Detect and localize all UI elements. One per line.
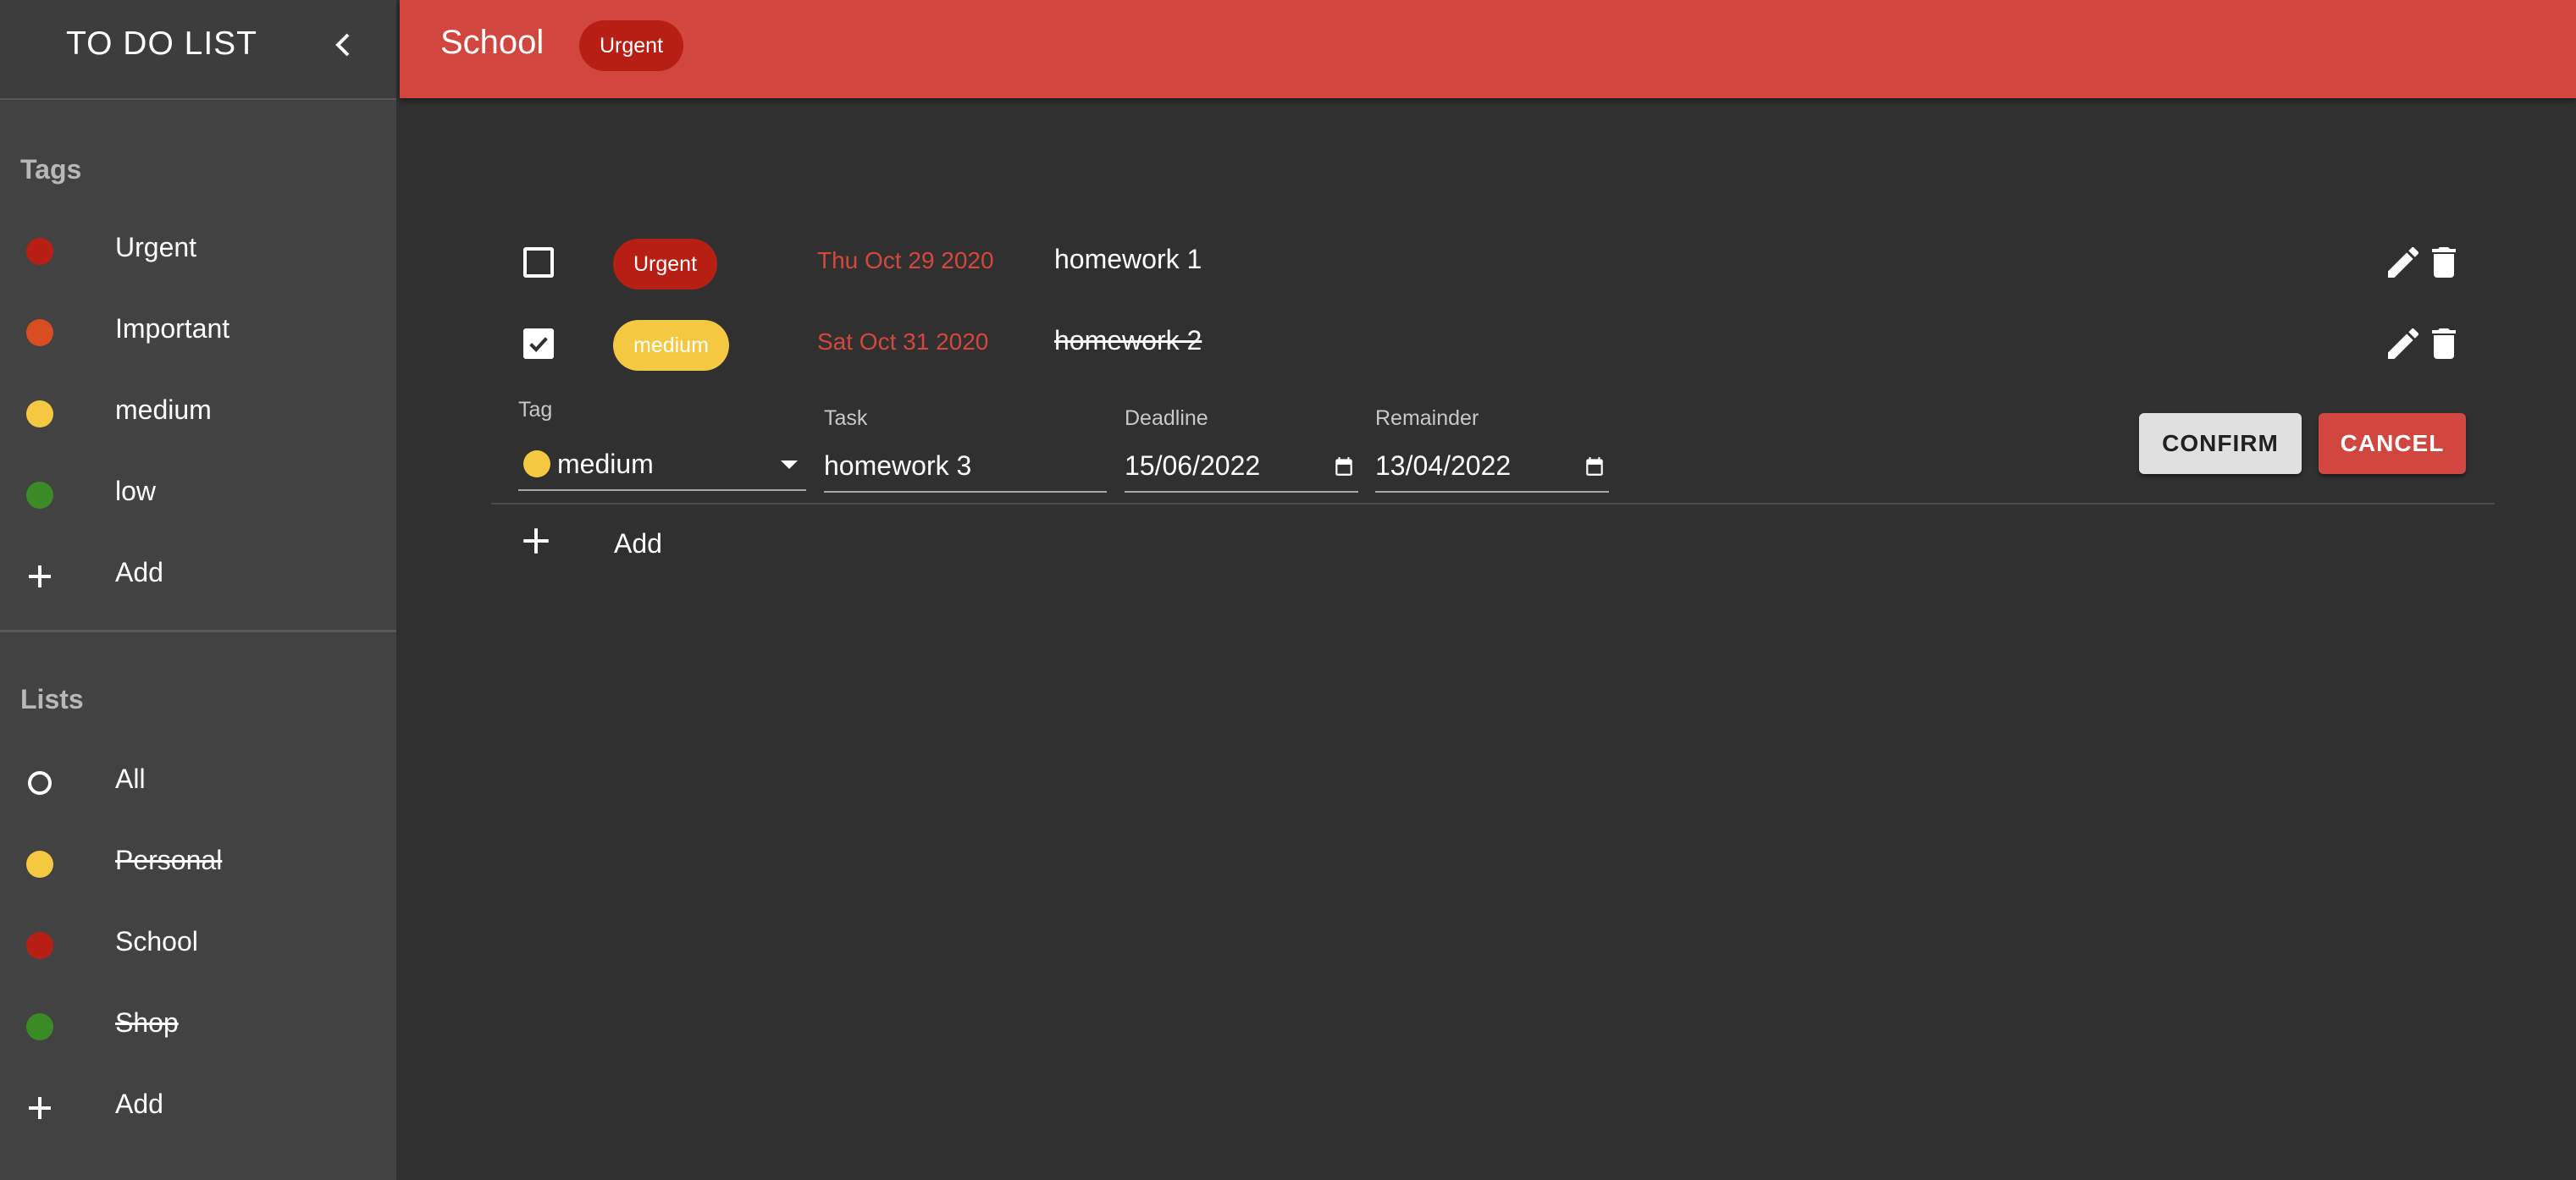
sidebar-divider — [0, 630, 396, 632]
tag-color-dot — [523, 450, 550, 477]
deadline-value: 15/06/2022 — [1125, 449, 1261, 481]
sidebar-item-label: Shop — [115, 1007, 179, 1038]
sidebar-item-label: low — [115, 476, 157, 506]
sidebar-item-label: Personal — [115, 845, 223, 875]
tag-color-dot — [26, 238, 53, 265]
app-root: TO DO LIST Tags Urgent Important medium … — [0, 0, 2576, 1180]
remainder-date-input[interactable]: 13/04/2022 — [1375, 440, 1609, 493]
delete-task-button[interactable] — [2424, 323, 2464, 364]
calendar-icon[interactable] — [1584, 455, 1606, 477]
sidebar-list-all[interactable]: All — [0, 742, 396, 823]
app-title: TO DO LIST — [66, 25, 257, 62]
task-name-input[interactable]: homework 3 — [824, 440, 1107, 493]
sidebar-item-label: medium — [115, 394, 212, 425]
trash-icon — [2432, 247, 2456, 278]
add-task-label: Add — [614, 528, 662, 559]
deadline-field-label: Deadline — [1125, 406, 1208, 430]
new-task-form: Tag medium Task homework 3 Deadline 15/0… — [491, 389, 2495, 503]
plus-icon — [29, 1097, 51, 1119]
tag-field-label: Tag — [518, 398, 553, 422]
page-title: School — [440, 24, 544, 61]
add-task-button[interactable]: Add — [491, 508, 999, 579]
edit-task-button[interactable] — [2383, 323, 2424, 364]
sidebar: TO DO LIST Tags Urgent Important medium … — [0, 0, 398, 1180]
add-list-button[interactable]: Add — [0, 1067, 396, 1148]
sidebar-item-label: Add — [115, 1089, 163, 1119]
checkmark-icon — [529, 337, 548, 352]
task-actions — [2383, 242, 2468, 283]
sidebar-item-label: School — [115, 926, 198, 957]
chevron-left-icon — [335, 33, 350, 57]
plus-icon — [29, 565, 51, 587]
collapse-sidebar-button[interactable] — [326, 25, 360, 64]
task-name: homework 2 — [1054, 325, 1202, 356]
pencil-icon — [2388, 246, 2419, 278]
list-color-dot — [26, 1013, 53, 1040]
task-checkbox[interactable] — [523, 328, 554, 359]
sidebar-header: TO DO LIST — [0, 0, 396, 100]
sidebar-tag-medium[interactable]: medium — [0, 372, 396, 454]
tag-select-value: medium — [557, 448, 654, 479]
deadline-date-input[interactable]: 15/06/2022 — [1125, 440, 1358, 493]
task-name-input-value: homework 3 — [824, 449, 972, 481]
tags-section-title: Tags — [20, 154, 82, 185]
form-divider — [491, 503, 2495, 505]
header-tag-chip[interactable]: Urgent — [579, 20, 684, 71]
sidebar-tag-important[interactable]: Important — [0, 291, 396, 372]
sidebar-item-label: Add — [115, 557, 163, 587]
pencil-icon — [2388, 328, 2419, 359]
sidebar-list-personal[interactable]: Personal — [0, 823, 396, 904]
sidebar-item-label: Important — [115, 313, 230, 344]
tag-color-dot — [26, 482, 53, 509]
task-row: medium Sat Oct 31 2020 homework 2 — [491, 306, 2490, 381]
cancel-button[interactable]: CANCEL — [2319, 413, 2466, 474]
sidebar-item-label: All — [115, 764, 146, 794]
ring-icon — [28, 771, 52, 795]
task-tag-chip[interactable]: medium — [613, 320, 729, 371]
task-name: homework 1 — [1054, 244, 1202, 274]
tag-color-dot — [26, 400, 53, 427]
calendar-icon[interactable] — [1333, 455, 1355, 477]
confirm-button[interactable]: CONFIRM — [2139, 413, 2302, 474]
task-checkbox[interactable] — [523, 247, 554, 278]
task-date: Sat Oct 31 2020 — [817, 328, 989, 355]
list-color-dot — [26, 932, 53, 959]
top-app-bar: School Urgent — [400, 0, 2576, 98]
list-color-dot — [26, 851, 53, 878]
sidebar-item-label: Urgent — [115, 232, 197, 262]
sidebar-list-school[interactable]: School — [0, 904, 396, 985]
sidebar-tag-low[interactable]: low — [0, 454, 396, 535]
trash-icon — [2432, 328, 2456, 359]
add-tag-button[interactable]: Add — [0, 535, 396, 616]
task-date: Thu Oct 29 2020 — [817, 247, 994, 273]
sidebar-tag-urgent[interactable]: Urgent — [0, 210, 396, 291]
task-field-label: Task — [824, 406, 868, 430]
task-tag-chip[interactable]: Urgent — [613, 239, 718, 289]
task-actions — [2383, 323, 2468, 364]
remainder-value: 13/04/2022 — [1375, 449, 1512, 481]
tag-select[interactable]: medium — [518, 438, 806, 491]
dropdown-arrow-icon — [781, 460, 798, 469]
delete-task-button[interactable] — [2424, 242, 2464, 283]
lists-section-title: Lists — [20, 684, 84, 714]
remainder-field-label: Remainder — [1375, 406, 1479, 430]
plus-icon — [523, 528, 549, 554]
edit-task-button[interactable] — [2383, 242, 2424, 283]
tag-color-dot — [26, 319, 53, 346]
sidebar-list-shop[interactable]: Shop — [0, 985, 396, 1067]
task-row: Urgent Thu Oct 29 2020 homework 1 — [491, 225, 2490, 300]
